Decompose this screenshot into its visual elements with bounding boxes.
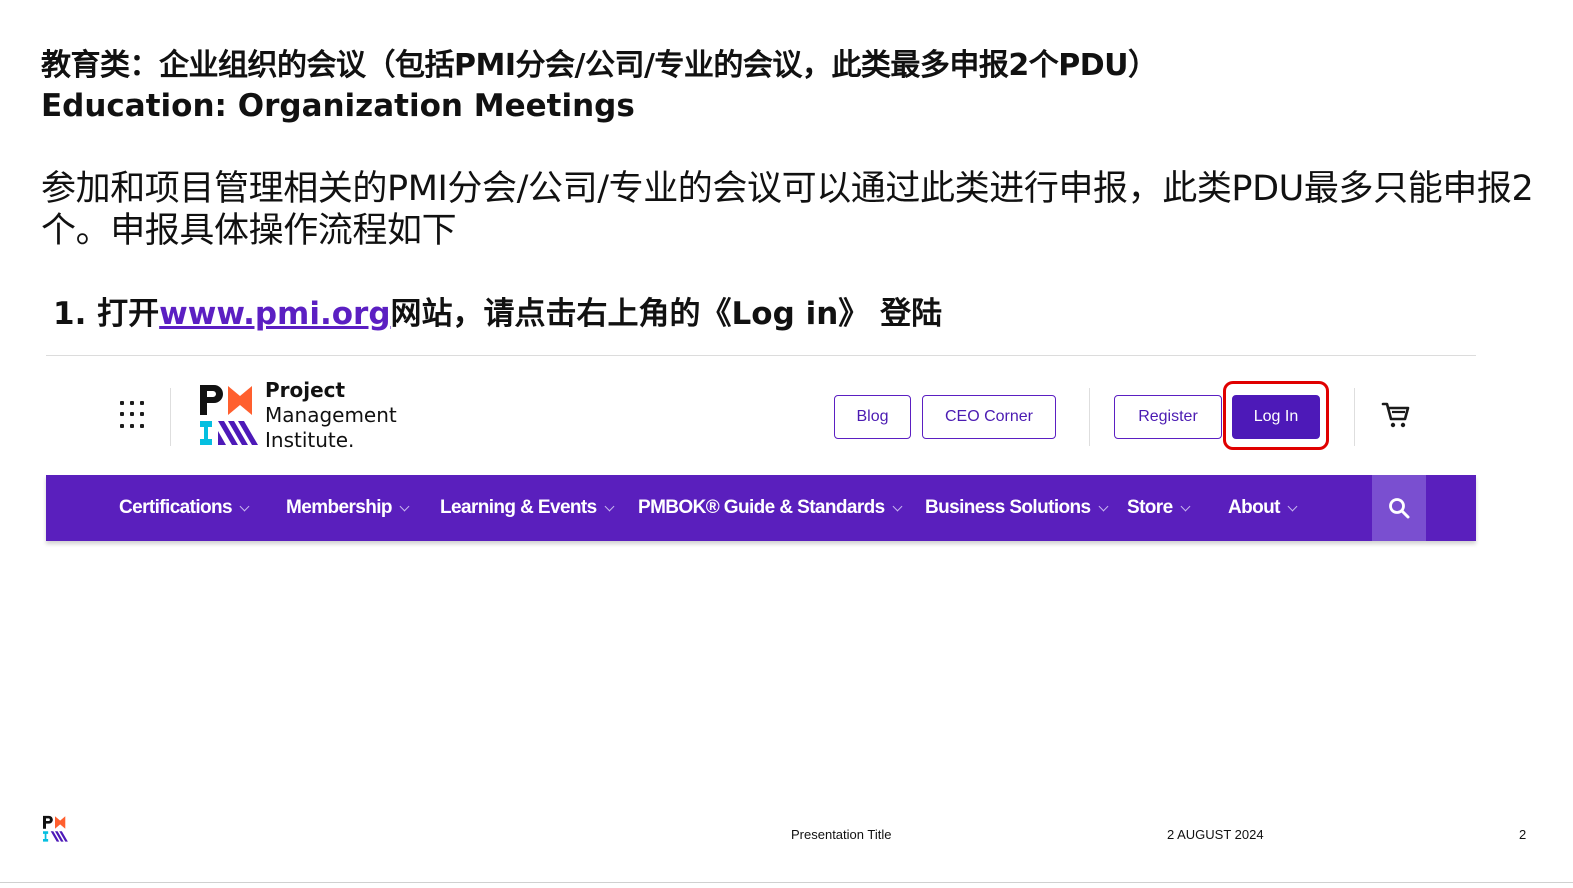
chevron-down-icon [239,501,250,511]
brand-line-1: Project [265,378,346,402]
footer-presentation-title: Presentation Title [791,827,892,842]
brand-line-3: Institute. [265,428,355,452]
nav-item-label: About [1228,497,1280,518]
nav-item-certifications[interactable]: Certifications [119,475,250,541]
nav-item-about[interactable]: About [1228,475,1298,541]
step-prefix: 打开 [97,296,160,332]
chevron-down-icon [892,501,903,511]
blog-button[interactable]: Blog [834,395,911,439]
pmi-logo-icon[interactable] [198,383,258,453]
brand-line-2: Management [265,403,397,427]
pmi-website-screenshot: Project Management Institute. Blog CEO C… [46,355,1476,543]
nav-item-label: Learning & Events [440,497,597,518]
search-icon [1389,498,1410,519]
nav-item-business-solutions[interactable]: Business Solutions [925,475,1108,541]
header-divider-3 [1354,388,1355,446]
login-highlight-box [1223,381,1329,450]
nav-item-store[interactable]: Store [1127,475,1191,541]
header-divider [170,388,171,446]
slide-description: 参加和项目管理相关的PMI分会/公司/专业的会议可以通过此类进行申报，此类PDU… [41,169,1534,251]
step-instruction: 1. 打开www.pmi.org网站，请点击右上角的《Log in》 登陆 [53,292,942,336]
chevron-down-icon [604,501,615,511]
chevron-down-icon [1287,501,1298,511]
nav-item-label: PMBOK® Guide & Standards [638,497,885,518]
grid-menu-icon[interactable] [120,401,148,429]
slide-title-chinese: 教育类：企业组织的会议（包括PMI分会/公司/专业的会议，此类最多申报2个PDU… [41,48,1158,83]
nav-item-label: Membership [286,497,393,518]
pmi-website-link[interactable]: www.pmi.org [159,296,390,332]
footer-page-number: 2 [1519,827,1527,842]
nav-item-label: Business Solutions [925,497,1091,518]
footer-date: 2 AUGUST 2024 [1167,827,1264,842]
nav-item-label: Certifications [119,497,233,518]
chevron-down-icon [399,501,410,511]
nav-item-learning-events[interactable]: Learning & Events [440,475,615,541]
search-button[interactable] [1372,475,1426,541]
footer-pmi-logo-icon [43,815,68,842]
bottom-divider [0,882,1573,883]
cart-icon[interactable] [1381,400,1411,430]
main-navigation-bar: Certifications Membership Learning & Eve… [46,475,1476,541]
ceo-corner-button[interactable]: CEO Corner [922,395,1056,439]
slide-title-english: Education: Organization Meetings [41,88,635,124]
nav-item-label: Store [1127,497,1173,518]
header-divider-2 [1089,388,1090,446]
pmi-brand-text: Project Management Institute. [265,378,397,453]
step-number: 1. [53,296,87,332]
step-suffix: 网站，请点击右上角的《Log in》 登陆 [390,296,943,332]
register-button[interactable]: Register [1114,395,1222,439]
chevron-down-icon [1180,501,1191,511]
nav-item-pmbok-guide[interactable]: PMBOK® Guide & Standards [638,475,903,541]
chevron-down-icon [1098,501,1108,511]
nav-item-membership[interactable]: Membership [286,475,410,541]
